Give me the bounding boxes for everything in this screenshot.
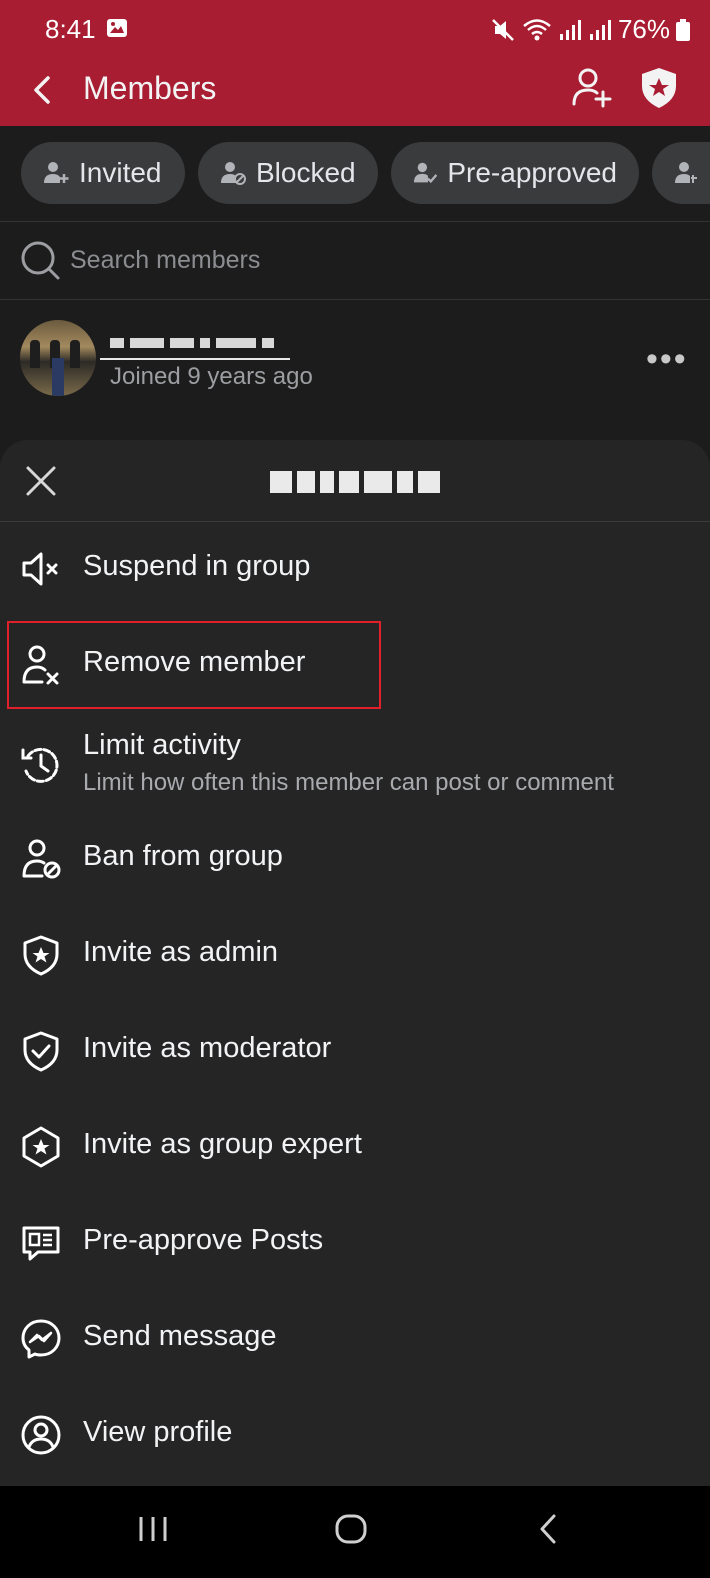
menu-invite-admin[interactable]: Invite as admin xyxy=(0,906,710,1002)
menu-pre-approve-posts[interactable]: Pre-approve Posts xyxy=(0,1194,710,1290)
add-member-icon[interactable] xyxy=(570,66,614,110)
wifi-icon xyxy=(523,18,551,40)
avatar[interactable] xyxy=(20,320,96,396)
menu-invite-moderator[interactable]: Invite as moderator xyxy=(0,1002,710,1098)
menu-invite-group-expert[interactable]: Invite as group expert xyxy=(0,1098,710,1194)
chip-pre-approved[interactable]: Pre-approved xyxy=(391,142,639,204)
highlight-box xyxy=(7,621,381,709)
menu-send-message[interactable]: Send message xyxy=(0,1290,710,1386)
ban-user-icon xyxy=(22,839,61,879)
menu-label: Limit activity xyxy=(83,729,241,761)
chip-label: Blocked xyxy=(256,157,356,188)
menu-label: Invite as moderator xyxy=(83,1032,332,1064)
post-card-icon xyxy=(22,1226,60,1261)
menu-ban-from-group[interactable]: Ban from group xyxy=(0,810,710,906)
more-options-icon[interactable]: ••• xyxy=(646,340,688,379)
sheet-header xyxy=(0,440,710,522)
shield-star-icon xyxy=(23,935,59,976)
search-icon xyxy=(21,241,60,280)
home-icon[interactable] xyxy=(334,1512,368,1546)
chip-more[interactable] xyxy=(652,142,710,204)
menu-label: Suspend in group xyxy=(83,550,311,582)
battery-icon xyxy=(676,18,690,41)
status-bar: 8:41 76% xyxy=(0,0,710,56)
approved-user-icon xyxy=(413,162,438,184)
menu-label: Invite as admin xyxy=(83,936,279,968)
name-underline xyxy=(100,358,290,360)
menu-suspend-in-group[interactable]: Suspend in group xyxy=(0,520,710,616)
profile-circle-icon xyxy=(21,1415,61,1455)
member-row[interactable]: Joined 9 years ago ••• xyxy=(0,300,710,440)
member-name-redacted xyxy=(110,326,290,360)
back-arrow-icon[interactable] xyxy=(24,70,64,110)
chip-label: Invited xyxy=(79,157,162,188)
page-title: Members xyxy=(83,70,217,106)
signal-icon-2 xyxy=(589,19,611,40)
search-bar xyxy=(0,222,710,300)
status-time: 8:41 xyxy=(45,14,96,44)
clock-history-icon xyxy=(21,747,59,783)
app-bar: Members xyxy=(0,56,710,126)
chip-invited[interactable]: Invited xyxy=(21,142,185,204)
invited-user-icon xyxy=(44,162,69,183)
menu-label: Ban from group xyxy=(83,840,283,872)
shield-check-icon xyxy=(23,1031,59,1072)
menu-label: Invite as group expert xyxy=(83,1128,362,1160)
chip-blocked[interactable]: Blocked xyxy=(198,142,378,204)
speaker-mute-icon xyxy=(22,552,58,586)
messenger-icon xyxy=(21,1319,61,1359)
battery-level: 76% xyxy=(617,14,670,44)
menu-label: Send message xyxy=(83,1320,277,1352)
recent-apps-icon[interactable] xyxy=(136,1512,170,1546)
sheet-title-redacted xyxy=(270,470,444,494)
menu-subtitle: Limit how often this member can post or … xyxy=(83,769,614,796)
search-input[interactable] xyxy=(70,240,670,280)
image-notification-icon xyxy=(107,19,127,37)
admin-shield-icon[interactable] xyxy=(638,66,680,110)
member-actions-sheet: Suspend in group Remove member Limit act… xyxy=(0,440,710,1486)
blocked-user-icon xyxy=(221,162,246,185)
back-icon[interactable] xyxy=(532,1512,566,1546)
badge-star-icon xyxy=(22,1126,60,1168)
user-icon xyxy=(675,162,697,183)
mute-icon xyxy=(492,18,514,41)
menu-view-profile[interactable]: View profile xyxy=(0,1386,710,1482)
menu-label: Pre-approve Posts xyxy=(83,1224,324,1256)
signal-icon xyxy=(559,19,581,40)
member-joined: Joined 9 years ago xyxy=(110,363,313,390)
system-nav-bar xyxy=(0,1486,710,1578)
menu-label: View profile xyxy=(83,1416,233,1448)
close-icon[interactable] xyxy=(24,464,58,498)
menu-limit-activity[interactable]: Limit activity Limit how often this memb… xyxy=(0,712,710,822)
filter-chips: Invited Blocked Pre-approved xyxy=(0,126,710,222)
chip-label: Pre-approved xyxy=(447,157,617,188)
